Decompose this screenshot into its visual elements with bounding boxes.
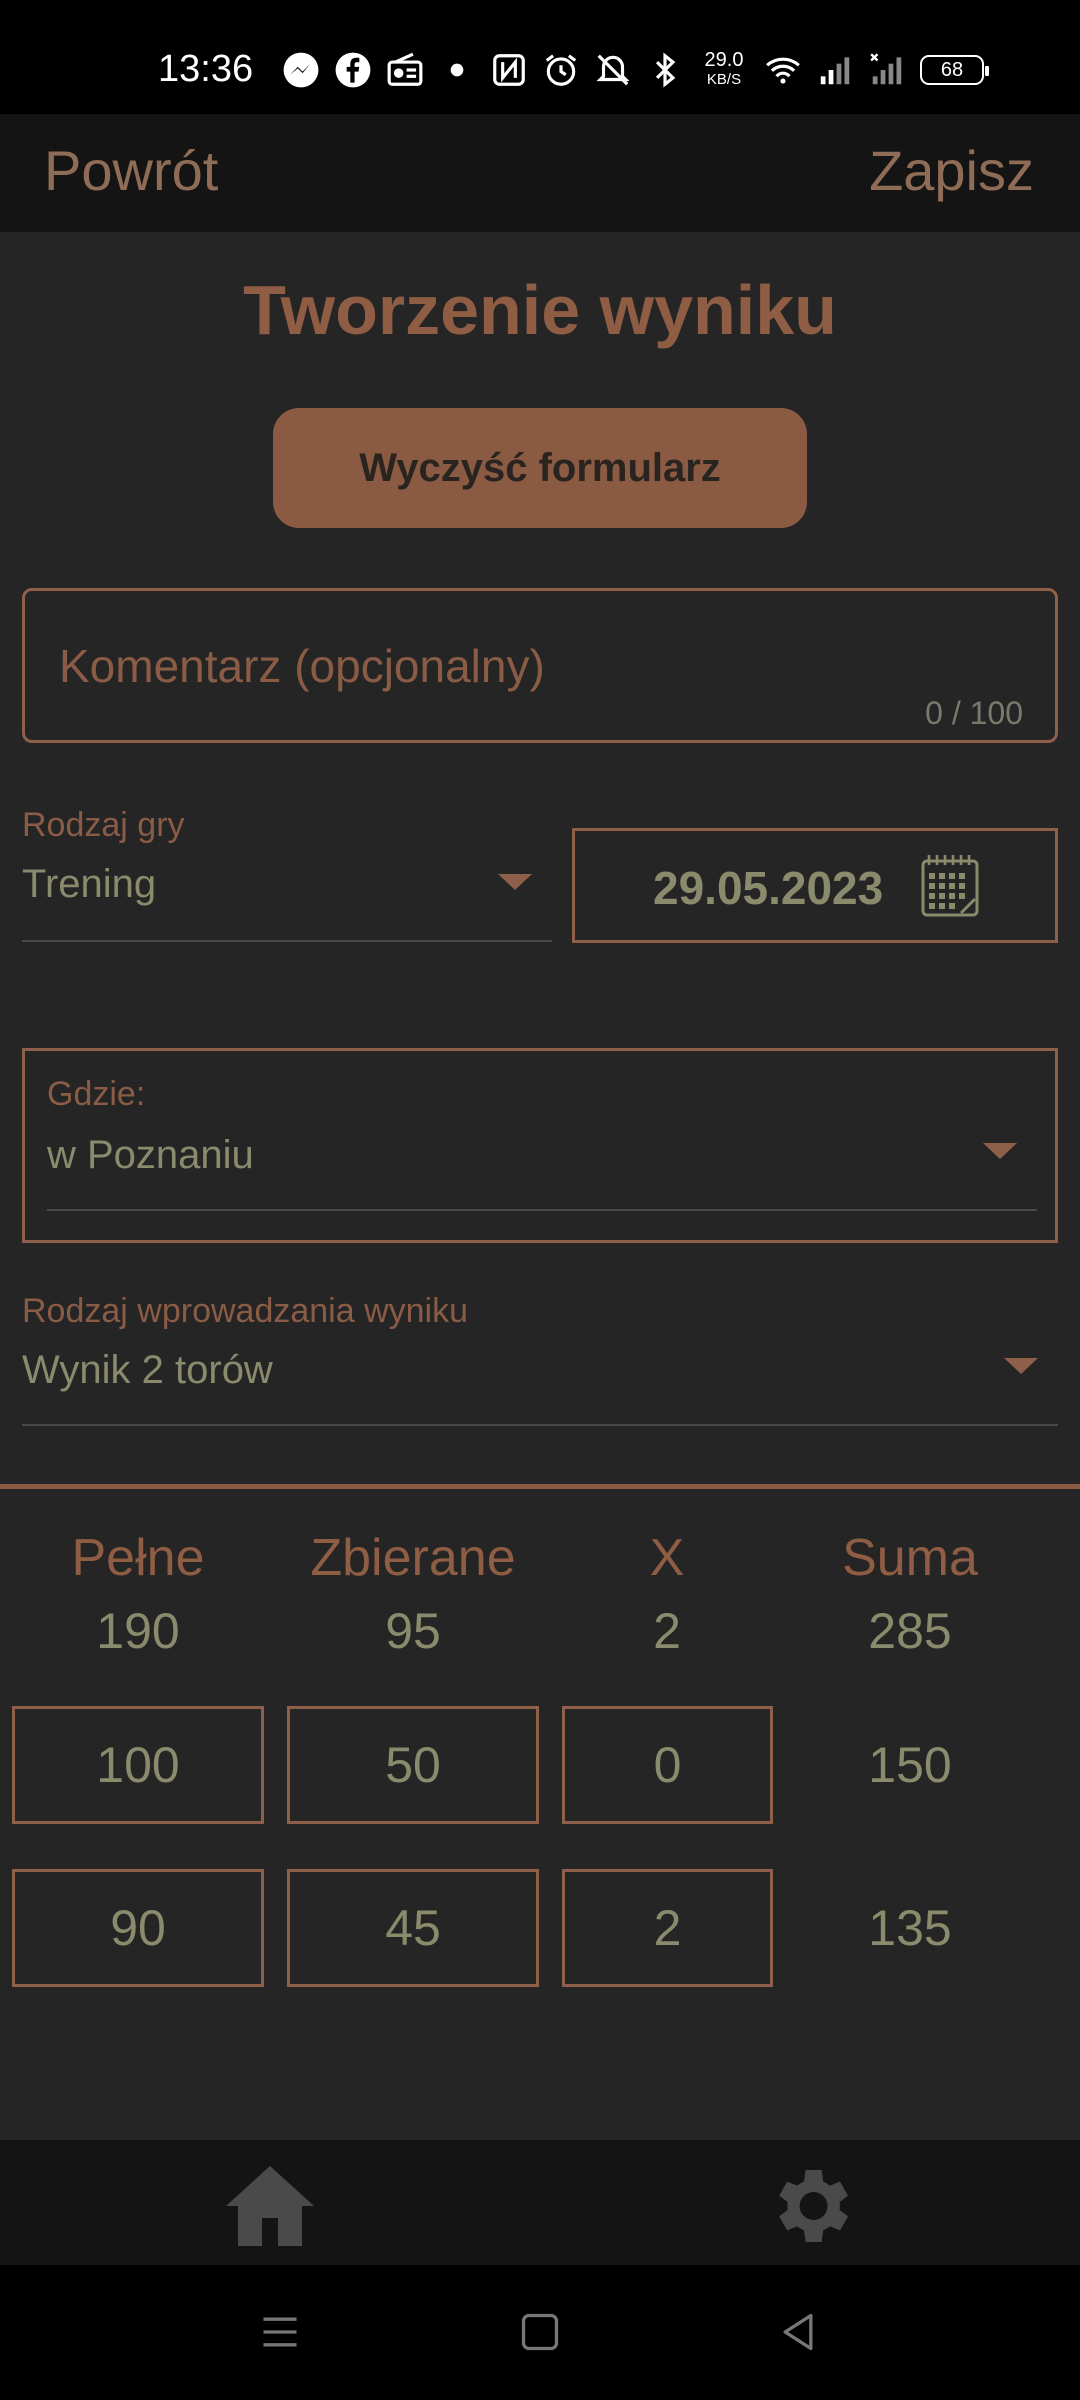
- bottom-navigation: [0, 2140, 1080, 2265]
- messenger-icon: [283, 52, 319, 88]
- alarm-icon: [545, 54, 577, 86]
- location-label: Gdzie:: [47, 1075, 146, 1113]
- section-divider: [0, 1484, 1080, 1489]
- back-triangle-icon[interactable]: [776, 2310, 820, 2354]
- entry-type-label: Rodzaj wprowadzania wyniku: [22, 1292, 469, 1330]
- game-type-dropdown[interactable]: Rodzaj gry Trening: [22, 800, 552, 945]
- nfc-icon: [493, 54, 525, 86]
- page-title: Tworzenie wyniku: [243, 271, 837, 349]
- facebook-icon: [335, 52, 371, 88]
- system-navigation-bar: [0, 2265, 1080, 2400]
- row2-x-input[interactable]: 2: [562, 1869, 773, 1987]
- chevron-down-icon: [1004, 1358, 1038, 1374]
- total-full: 190: [96, 1603, 180, 1659]
- entry-type-underline: [22, 1424, 1058, 1426]
- comment-field[interactable]: Komentarz (opcjonalny) 0 / 100: [22, 588, 1058, 743]
- location-dropdown[interactable]: Gdzie: w Poznaniu: [22, 1048, 1058, 1243]
- location-value: w Poznaniu: [47, 1133, 254, 1177]
- location-underline: [47, 1209, 1037, 1211]
- home-icon[interactable]: [222, 2158, 318, 2254]
- row1-full-input[interactable]: 100: [12, 1706, 264, 1824]
- row1-collected-input[interactable]: 50: [287, 1706, 539, 1824]
- chevron-down-icon: [498, 874, 532, 890]
- radio-icon: [387, 52, 423, 86]
- game-type-value: Trening: [22, 862, 157, 906]
- status-time: 13:36: [158, 48, 254, 90]
- column-header-x: X: [649, 1529, 685, 1587]
- square-icon[interactable]: [518, 2310, 562, 2354]
- date-picker-field[interactable]: 29.05.2023: [572, 828, 1058, 943]
- wifi-icon: [766, 57, 800, 84]
- row2-full-input[interactable]: 90: [12, 1869, 264, 1987]
- game-type-underline: [22, 940, 552, 942]
- clear-form-button[interactable]: Wyczyść formularz: [273, 408, 807, 528]
- date-value: 29.05.2023: [653, 862, 884, 914]
- calendar-icon: [921, 855, 979, 917]
- chevron-down-icon: [983, 1143, 1017, 1159]
- menu-icon[interactable]: [258, 2310, 302, 2354]
- entry-type-value: Wynik 2 torów: [22, 1348, 273, 1392]
- column-header-collected: Zbierane: [310, 1529, 516, 1587]
- game-type-label: Rodzaj gry: [22, 806, 185, 844]
- column-header-sum: Suma: [842, 1529, 978, 1587]
- status-icons: 29.0 KB/S 68: [282, 48, 989, 92]
- row2-collected-input[interactable]: 45: [287, 1869, 539, 1987]
- column-header-full: Pełne: [71, 1529, 205, 1587]
- comment-placeholder: Komentarz (opcjonalny): [59, 640, 545, 692]
- total-x: 2: [653, 1603, 681, 1659]
- top-bar: Powrót Zapisz: [0, 114, 1080, 232]
- dot-icon: [450, 63, 464, 77]
- row2-sum: 135: [868, 1900, 952, 1956]
- signal-empty-icon: [870, 53, 902, 85]
- network-speed: 29.0 KB/S: [698, 50, 750, 90]
- gear-icon[interactable]: [762, 2158, 858, 2254]
- comment-char-counter: 0 / 100: [925, 695, 1023, 731]
- status-bar: 13:36 29.0 KB/S 68: [0, 0, 1080, 114]
- total-sum: 285: [868, 1603, 952, 1659]
- network-speed-value: 29.0: [704, 49, 744, 71]
- row1-sum: 150: [868, 1737, 952, 1793]
- back-button[interactable]: Powrót: [44, 138, 218, 203]
- bluetooth-icon: [655, 52, 676, 88]
- signal-icon: [820, 57, 850, 85]
- save-button[interactable]: Zapisz: [869, 138, 1034, 203]
- row1-x-input[interactable]: 0: [562, 1706, 773, 1824]
- entry-type-dropdown[interactable]: Rodzaj wprowadzania wyniku Wynik 2 torów: [22, 1288, 1058, 1428]
- total-collected: 95: [385, 1603, 441, 1659]
- battery-indicator: 68: [920, 55, 989, 85]
- network-speed-unit: KB/S: [706, 71, 742, 88]
- mute-icon: [596, 54, 630, 86]
